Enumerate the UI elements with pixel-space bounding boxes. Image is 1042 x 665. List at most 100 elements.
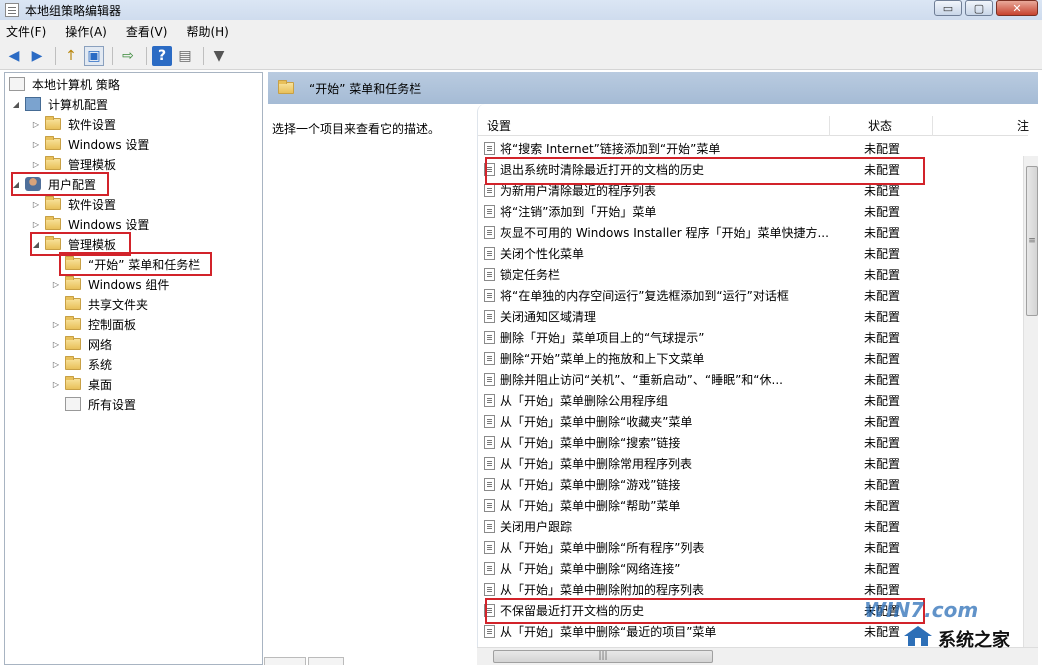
forward-icon[interactable]: ▶ xyxy=(27,46,47,66)
column-header-comment[interactable]: 注 xyxy=(933,116,1029,136)
computer-icon xyxy=(25,97,41,111)
close-button[interactable]: ✕ xyxy=(996,0,1038,16)
window-controls: ▭ ▢ ✕ xyxy=(934,0,1038,16)
tree-item-network[interactable]: ▷ 网络 xyxy=(51,335,114,353)
expanded-arrow-icon[interactable]: ◢ xyxy=(11,180,21,189)
setting-state: 未配置 xyxy=(864,520,901,534)
setting-row[interactable]: 将“注销”添加到「开始」菜单 未配置 xyxy=(481,201,1019,222)
export-list-icon[interactable]: ⇨ xyxy=(118,46,138,66)
policy-document-icon xyxy=(484,268,495,281)
back-icon[interactable]: ◀ xyxy=(4,46,24,66)
setting-state: 未配置 xyxy=(864,562,901,576)
column-header-setting[interactable]: 设置 xyxy=(479,115,830,136)
setting-row[interactable]: 删除并阻止访问“关机”、“重新启动”、“睡眠”和“休... 未配置 xyxy=(481,369,1019,390)
policy-document-icon xyxy=(484,583,495,596)
standard-tab[interactable] xyxy=(308,657,344,665)
toolbar-separator xyxy=(112,46,113,65)
collapsed-arrow-icon[interactable]: ▷ xyxy=(51,320,61,329)
settings-list[interactable]: 设置 状态 注 将“搜索 Internet”链接添加到“开始”菜单 未配置 退出系统… xyxy=(477,104,1038,665)
collapsed-arrow-icon[interactable]: ▷ xyxy=(31,120,41,129)
menu-help[interactable]: 帮助(H) xyxy=(186,23,228,40)
collapsed-arrow-icon[interactable]: ▷ xyxy=(31,140,41,149)
setting-name: 从「开始」菜单删除公用程序组 xyxy=(500,394,669,408)
menu-view[interactable]: 查看(V) xyxy=(126,23,168,40)
policy-document-icon xyxy=(484,226,495,239)
setting-row[interactable]: 从「开始」菜单中删除“网络连接” 未配置 xyxy=(481,558,1019,579)
menu-action[interactable]: 操作(A) xyxy=(65,23,107,40)
tree-item-root[interactable]: 本地计算机 策略 xyxy=(9,75,122,93)
up-folder-icon[interactable]: ↑ xyxy=(61,46,81,66)
tree-item-computer-config[interactable]: ◢ 计算机配置 xyxy=(11,95,110,113)
setting-row[interactable]: 删除「开始」菜单项目上的“气球提示” 未配置 xyxy=(481,327,1019,348)
tree-item-uc-software[interactable]: ▷ 软件设置 xyxy=(31,195,118,213)
folder-icon xyxy=(65,376,81,390)
tree-item-uc-admin[interactable]: ◢ 管理模板 xyxy=(31,235,118,253)
vertical-scrollbar[interactable]: ≡ xyxy=(1023,156,1038,665)
setting-row[interactable]: 将“搜索 Internet”链接添加到“开始”菜单 未配置 xyxy=(481,138,1019,159)
setting-row[interactable]: 为新用户清除最近的程序列表 未配置 xyxy=(481,180,1019,201)
setting-row[interactable]: 删除“开始”菜单上的拖放和上下文菜单 未配置 xyxy=(481,348,1019,369)
tree-pane[interactable]: 本地计算机 策略 ◢ 计算机配置 ▷ 软件设置 ▷ Windows 设置 ▷ 管… xyxy=(4,72,263,665)
expanded-arrow-icon[interactable]: ◢ xyxy=(11,100,21,109)
tree-item-cc-windows[interactable]: ▷ Windows 设置 xyxy=(31,135,151,153)
menu-file[interactable]: 文件(F) xyxy=(6,23,46,40)
user-icon xyxy=(25,177,41,191)
tree-item-shared-folders[interactable]: 共享文件夹 xyxy=(51,295,150,313)
setting-row[interactable]: 从「开始」菜单中删除“收藏夹”菜单 未配置 xyxy=(481,411,1019,432)
setting-name: 删除并阻止访问“关机”、“重新启动”、“睡眠”和“休... xyxy=(500,373,783,387)
tree-item-cc-admin[interactable]: ▷ 管理模板 xyxy=(31,155,118,173)
setting-row[interactable]: 锁定任务栏 未配置 xyxy=(481,264,1019,285)
collapsed-arrow-icon[interactable]: ▷ xyxy=(51,340,61,349)
tree-item-user-config[interactable]: ◢ 用户配置 xyxy=(11,175,98,193)
setting-name: 从「开始」菜单中删除“收藏夹”菜单 xyxy=(500,415,693,429)
title-bar[interactable]: 本地组策略编辑器 ▭ ▢ ✕ xyxy=(0,0,1042,20)
policy-document-icon xyxy=(484,247,495,260)
watermark: WIN7.com 系统之家 xyxy=(858,594,1042,665)
setting-row[interactable]: 从「开始」菜单删除公用程序组 未配置 xyxy=(481,390,1019,411)
expanded-arrow-icon[interactable]: ◢ xyxy=(31,240,41,249)
collapsed-arrow-icon[interactable]: ▷ xyxy=(51,280,61,289)
collapsed-arrow-icon[interactable]: ▷ xyxy=(31,220,41,229)
setting-state: 未配置 xyxy=(864,352,901,366)
setting-name: 删除「开始」菜单项目上的“气球提示” xyxy=(500,331,705,345)
setting-row[interactable]: 从「开始」菜单中删除“搜索”链接 未配置 xyxy=(481,432,1019,453)
tree-item-start-menu[interactable]: “开始” 菜单和任务栏 xyxy=(51,255,202,273)
setting-row[interactable]: 从「开始」菜单中删除常用程序列表 未配置 xyxy=(481,453,1019,474)
tree-item-desktop[interactable]: ▷ 桌面 xyxy=(51,375,114,393)
setting-row[interactable]: 退出系统时清除最近打开的文档的历史 未配置 xyxy=(481,159,1019,180)
collapsed-arrow-icon[interactable]: ▷ xyxy=(51,360,61,369)
setting-row[interactable]: 关闭通知区域清理 未配置 xyxy=(481,306,1019,327)
setting-state: 未配置 xyxy=(864,436,901,450)
horizontal-scroll-thumb[interactable]: ||| xyxy=(493,650,713,663)
tree-item-cc-software[interactable]: ▷ 软件设置 xyxy=(31,115,118,133)
setting-row[interactable]: 将“在单独的内存空间运行”复选框添加到“运行”对话框 未配置 xyxy=(481,285,1019,306)
setting-row[interactable]: 灰显不可用的 Windows Installer 程序「开始」菜单快捷方... 未… xyxy=(481,222,1019,243)
minimize-button[interactable]: ▭ xyxy=(934,0,962,16)
tree-item-uc-windows[interactable]: ▷ Windows 设置 xyxy=(31,215,151,233)
maximize-button[interactable]: ▢ xyxy=(965,0,993,16)
setting-state: 未配置 xyxy=(864,478,901,492)
filter-icon[interactable]: ▼ xyxy=(209,46,229,66)
tree-item-all-settings[interactable]: 所有设置 xyxy=(51,395,138,413)
tree-item-win-components[interactable]: ▷ Windows 组件 xyxy=(51,275,171,293)
column-header-state[interactable]: 状态 xyxy=(830,115,933,136)
extended-tab[interactable] xyxy=(264,657,306,665)
help-icon[interactable]: ? xyxy=(152,45,172,66)
properties-icon[interactable]: ▤ xyxy=(175,46,195,66)
setting-state: 未配置 xyxy=(864,310,901,324)
setting-row[interactable]: 从「开始」菜单中删除“所有程序”列表 未配置 xyxy=(481,537,1019,558)
setting-name: 从「开始」菜单中删除附加的程序列表 xyxy=(500,583,705,597)
tree-item-control-panel[interactable]: ▷ 控制面板 xyxy=(51,315,138,333)
collapsed-arrow-icon[interactable]: ▷ xyxy=(31,200,41,209)
collapsed-arrow-icon[interactable]: ▷ xyxy=(51,380,61,389)
policy-document-icon xyxy=(484,331,495,344)
tree-item-system[interactable]: ▷ 系统 xyxy=(51,355,114,373)
collapsed-arrow-icon[interactable]: ▷ xyxy=(31,160,41,169)
setting-row[interactable]: 从「开始」菜单中删除“游戏”链接 未配置 xyxy=(481,474,1019,495)
setting-row[interactable]: 关闭用户跟踪 未配置 xyxy=(481,516,1019,537)
vertical-scroll-thumb[interactable]: ≡ xyxy=(1026,166,1038,316)
setting-row[interactable]: 从「开始」菜单中删除“帮助”菜单 未配置 xyxy=(481,495,1019,516)
show-hide-tree-icon[interactable]: ▣ xyxy=(84,45,104,66)
setting-state: 未配置 xyxy=(864,205,901,219)
setting-row[interactable]: 关闭个性化菜单 未配置 xyxy=(481,243,1019,264)
